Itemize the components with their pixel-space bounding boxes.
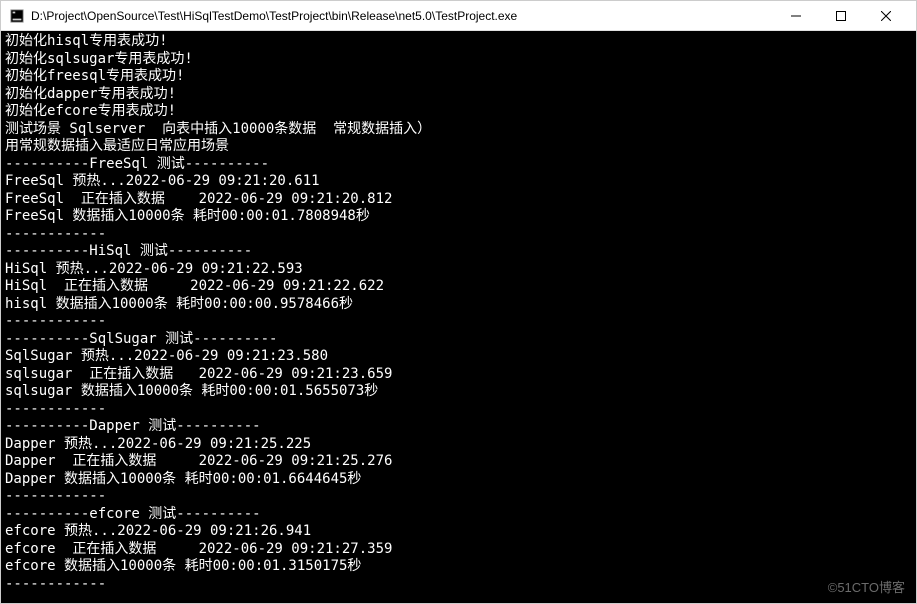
console-line: FreeSql 预热...2022-06-29 09:21:20.611 <box>5 173 912 191</box>
maximize-button[interactable] <box>818 2 863 30</box>
console-line: ------------ <box>5 226 912 244</box>
console-line: ------------ <box>5 576 912 594</box>
console-line: 用常规数据插入最适应日常应用场景 <box>5 138 912 156</box>
console-line: 初始化efcore专用表成功! <box>5 103 912 121</box>
window-controls <box>773 2 908 30</box>
window-title: D:\Project\OpenSource\Test\HiSqlTestDemo… <box>31 9 773 23</box>
console-line: sqlsugar 数据插入10000条 耗时00:00:01.5655073秒 <box>5 383 912 401</box>
console-line: 初始化dapper专用表成功! <box>5 86 912 104</box>
close-button[interactable] <box>863 2 908 30</box>
console-line: ----------efcore 测试---------- <box>5 506 912 524</box>
titlebar[interactable]: D:\Project\OpenSource\Test\HiSqlTestDemo… <box>1 1 916 31</box>
console-line: ----------HiSql 测试---------- <box>5 243 912 261</box>
console-line: 初始化sqlsugar专用表成功! <box>5 51 912 69</box>
console-line: Dapper 数据插入10000条 耗时00:00:01.6644645秒 <box>5 471 912 489</box>
console-line: 测试场景 Sqlserver 向表中插入10000条数据 常规数据插入） <box>5 121 912 139</box>
console-line: efcore 数据插入10000条 耗时00:00:01.3150175秒 <box>5 558 912 576</box>
app-window: D:\Project\OpenSource\Test\HiSqlTestDemo… <box>0 0 917 604</box>
console-line: SqlSugar 预热...2022-06-29 09:21:23.580 <box>5 348 912 366</box>
console-line: Dapper 正在插入数据 2022-06-29 09:21:25.276 <box>5 453 912 471</box>
console-line: ------------ <box>5 488 912 506</box>
console-line: HiSql 正在插入数据 2022-06-29 09:21:22.622 <box>5 278 912 296</box>
console-line: sqlsugar 正在插入数据 2022-06-29 09:21:23.659 <box>5 366 912 384</box>
console-line: ----------FreeSql 测试---------- <box>5 156 912 174</box>
console-line: efcore 正在插入数据 2022-06-29 09:21:27.359 <box>5 541 912 559</box>
minimize-button[interactable] <box>773 2 818 30</box>
console-line: ------------ <box>5 401 912 419</box>
console-line: ----------SqlSugar 测试---------- <box>5 331 912 349</box>
console-line: ------------ <box>5 313 912 331</box>
console-line: 初始化freesql专用表成功! <box>5 68 912 86</box>
app-icon <box>9 8 25 24</box>
console-line: FreeSql 数据插入10000条 耗时00:00:01.7808948秒 <box>5 208 912 226</box>
console-line: FreeSql 正在插入数据 2022-06-29 09:21:20.812 <box>5 191 912 209</box>
console-line: 初始化hisql专用表成功! <box>5 33 912 51</box>
console-line: HiSql 预热...2022-06-29 09:21:22.593 <box>5 261 912 279</box>
console-line: ----------Dapper 测试---------- <box>5 418 912 436</box>
console-output[interactable]: 初始化hisql专用表成功!初始化sqlsugar专用表成功!初始化freesq… <box>1 31 916 603</box>
console-line: Dapper 预热...2022-06-29 09:21:25.225 <box>5 436 912 454</box>
console-line: hisql 数据插入10000条 耗时00:00:00.9578466秒 <box>5 296 912 314</box>
console-line: efcore 预热...2022-06-29 09:21:26.941 <box>5 523 912 541</box>
